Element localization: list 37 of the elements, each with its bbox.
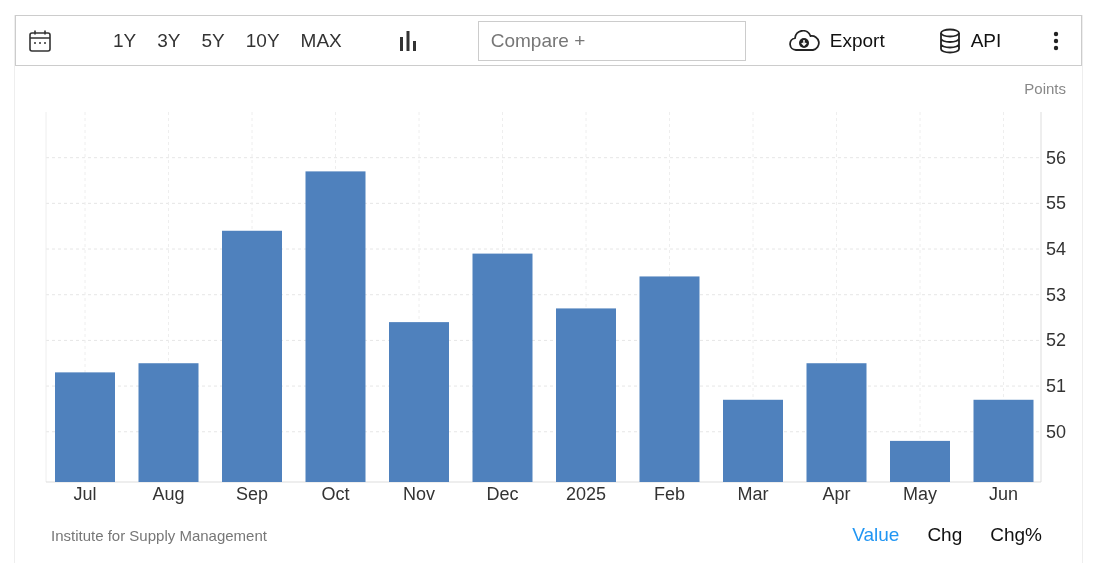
y-axis-label: 55 [1046,193,1067,214]
bar-chart-icon[interactable] [397,30,418,51]
x-axis-label: May [903,484,937,504]
bar [890,440,950,482]
y-axis-label: 51 [1046,376,1067,397]
unit-label: Points [1024,80,1066,97]
range-button[interactable]: 3Y [152,25,186,56]
y-axis-label: 56 [1046,147,1067,168]
x-axis-label: Mar [737,484,769,504]
x-axis-label: Aug [152,484,185,504]
database-icon [938,27,961,54]
source-label: Institute for Supply Management [51,526,267,544]
y-axis-label: 54 [1046,239,1067,260]
x-axis-label: Nov [403,484,435,504]
x-axis-label: Sep [236,484,268,504]
more-icon[interactable] [1053,30,1059,51]
range-button[interactable]: 5Y [196,25,230,56]
cloud-download-icon [787,29,820,52]
range-button[interactable]: MAX [295,25,347,56]
x-axis-label: Dec [486,484,519,504]
y-axis-label: 53 [1046,284,1067,305]
range-button[interactable]: 1Y [108,25,142,56]
api-button[interactable]: API [936,25,1004,56]
x-axis-label: Oct [321,484,350,504]
compare-field[interactable]: Compare + [477,20,746,61]
y-axis-label: 50 [1046,421,1067,442]
x-axis-label: Jul [73,484,97,504]
view-tab[interactable]: Chg% [986,522,1046,548]
view-tab[interactable]: Chg [923,522,967,548]
export-button[interactable]: Export [785,27,887,54]
x-axis-label: Feb [654,484,685,504]
calendar-icon[interactable] [28,28,52,53]
range-button[interactable]: 10Y [240,25,285,56]
x-axis-label: Apr [822,484,851,504]
x-axis-label: Jun [989,484,1018,504]
x-axis-label: 2025 [566,484,606,504]
y-axis-label: 52 [1046,330,1067,351]
